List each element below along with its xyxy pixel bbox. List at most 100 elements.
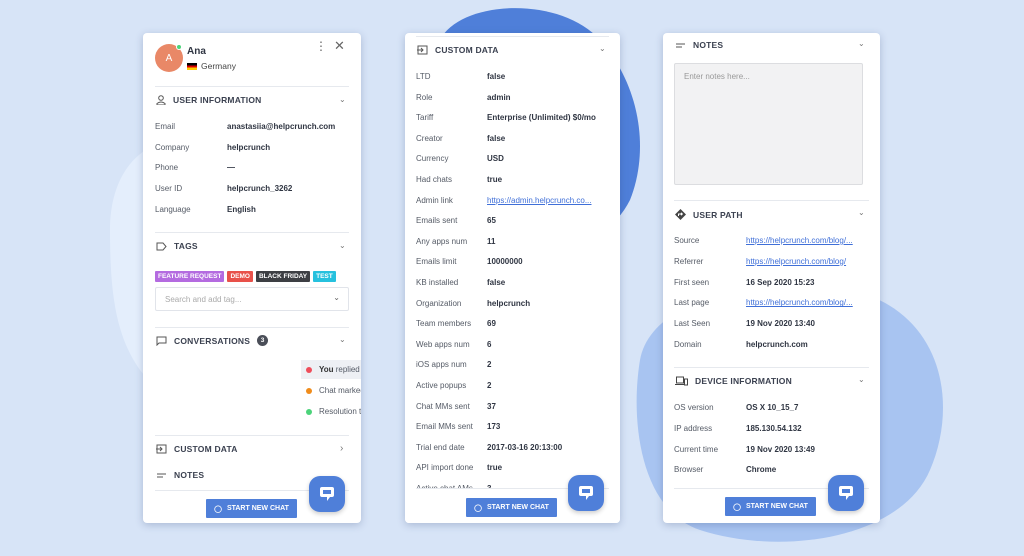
chevron-right-icon[interactable]: › — [340, 443, 343, 454]
field-value: admin — [487, 92, 511, 102]
chevron-down-icon: ⌄ — [333, 293, 340, 302]
field-value: false — [487, 72, 506, 81]
chat-widget-button[interactable] — [309, 476, 345, 512]
chat-icon: ◯ — [474, 504, 482, 512]
field-label: Browser — [674, 465, 704, 475]
field-value: helpcrunch — [487, 298, 531, 308]
field-label: iOS apps num — [416, 360, 467, 370]
chat-bubble-icon — [320, 487, 334, 501]
chevron-down-icon[interactable]: ⌄ — [858, 375, 865, 384]
notes-textarea[interactable]: Enter notes here... — [674, 63, 863, 185]
field-link[interactable]: https://helpcrunch.com/blog/... — [746, 236, 853, 245]
field-value: 16 Sep 2020 15:23 — [746, 277, 815, 287]
conversation-item[interactable]: You replied and auto-assi...1m — [301, 360, 361, 379]
status-dot-icon — [306, 366, 312, 373]
chat-widget-button[interactable] — [828, 475, 864, 511]
section-title: USER PATH — [693, 209, 743, 220]
field-label: Had chats — [416, 175, 453, 184]
section-title: NOTES — [693, 40, 724, 50]
section-notes[interactable]: NOTES — [156, 470, 204, 480]
conversation-preview: Resolution time: 8d 18h 5... — [319, 407, 361, 416]
section-conversations[interactable]: CONVERSATIONS 3 — [156, 335, 269, 346]
chevron-down-icon[interactable]: ⌄ — [599, 44, 606, 53]
section-device-information[interactable]: DEVICE INFORMATION — [675, 376, 792, 386]
close-icon[interactable]: ✕ — [334, 38, 345, 54]
section-custom-data[interactable]: CUSTOM DATA — [156, 444, 238, 454]
import-icon — [156, 444, 167, 454]
start-new-chat-button[interactable]: ◯ START NEW CHAT — [725, 497, 816, 516]
field-label: Active popups — [416, 381, 467, 390]
field-label: Source — [674, 236, 700, 245]
section-notes[interactable]: NOTES — [675, 40, 723, 50]
user-country: Germany — [201, 61, 236, 71]
chat-icon: ◯ — [733, 503, 741, 511]
germany-flag-icon — [187, 62, 197, 70]
section-custom-data[interactable]: CUSTOM DATA — [417, 45, 499, 55]
field-value: helpcrunch.com — [746, 340, 808, 349]
field-value: USD — [487, 154, 504, 164]
field-link[interactable]: https://helpcrunch.com/blog/ — [746, 257, 846, 266]
chevron-down-icon[interactable]: ⌄ — [339, 241, 346, 250]
field-label: Emails limit — [416, 257, 457, 267]
field-label: User ID — [155, 184, 183, 194]
section-title: NOTES — [174, 470, 205, 480]
conversation-preview: You replied and auto-assi... — [319, 365, 361, 374]
tag-chip[interactable]: TEST — [313, 271, 336, 282]
conversation-item[interactable]: Resolution time: 8d 18h 5...2mo — [301, 402, 361, 421]
tag-chip[interactable]: FEATURE REQUEST — [155, 271, 225, 282]
chat-bubble-icon — [839, 486, 853, 500]
devices-icon — [675, 376, 688, 386]
chevron-down-icon[interactable]: ⌄ — [339, 95, 346, 104]
conversation-item[interactable]: Chat marked On-hold by ...23d — [301, 381, 361, 400]
more-options-icon[interactable]: ⋮ — [315, 39, 327, 53]
field-value: OS X 10_15_7 — [746, 403, 799, 412]
field-label: Language — [155, 204, 191, 214]
field-value: 69 — [487, 319, 496, 329]
tag-chip[interactable]: BLACK FRIDAY — [255, 271, 311, 282]
field-label: Company — [155, 142, 190, 152]
start-new-chat-button[interactable]: ◯ START NEW CHAT — [206, 499, 297, 518]
section-tags[interactable]: TAGS — [156, 241, 198, 251]
field-link[interactable]: https://helpcrunch.com/blog/... — [746, 298, 853, 307]
user-name: Ana — [187, 46, 206, 57]
tag-list: FEATURE REQUEST DEMO BLACK FRIDAY TEST — [155, 265, 339, 283]
field-label: Role — [416, 92, 433, 102]
tag-icon — [156, 242, 167, 250]
section-title: CUSTOM DATA — [174, 444, 238, 454]
start-new-chat-button[interactable]: ◯ START NEW CHAT — [466, 498, 557, 517]
field-value: 173 — [487, 422, 501, 432]
chat-widget-button[interactable] — [568, 475, 604, 511]
field-label: Organization — [416, 298, 462, 308]
field-value: 6 — [487, 339, 492, 349]
field-label: Emails sent — [416, 216, 458, 226]
section-title: TAGS — [174, 241, 198, 251]
field-value: 19 Nov 2020 13:40 — [746, 319, 815, 329]
status-dot-icon — [306, 408, 312, 415]
custom-data-panel: CUSTOM DATA ⌄ LTD false Role admin Tariff Ent… — [405, 33, 620, 523]
field-label: Any apps num — [416, 236, 468, 246]
user-icon — [156, 95, 166, 105]
field-value: 11 — [487, 236, 496, 246]
chevron-down-icon[interactable]: ⌄ — [339, 335, 346, 344]
field-label: Last Seen — [674, 319, 711, 329]
chat-icon: ◯ — [214, 505, 222, 513]
field-label: API import done — [416, 463, 474, 473]
section-title: DEVICE INFORMATION — [695, 376, 792, 386]
tag-chip[interactable]: DEMO — [227, 271, 253, 282]
field-label: Domain — [674, 340, 702, 349]
notes-path-device-panel: NOTES ⌄ Enter notes here... USER PATH ⌄ … — [663, 33, 880, 523]
field-value: English — [227, 204, 256, 214]
chevron-down-icon[interactable]: ⌄ — [858, 208, 865, 217]
section-user-information[interactable]: USER INFORMATION — [156, 95, 262, 105]
field-value: 2017-03-16 20:13:00 — [487, 442, 563, 452]
field-value: true — [487, 463, 503, 473]
section-user-path[interactable]: USER PATH — [675, 209, 743, 220]
field-link[interactable]: https://admin.helpcrunch.co... — [487, 196, 592, 205]
tag-search-input[interactable]: Search and add tag... ⌄ — [155, 287, 349, 311]
field-value: helpcrunch — [227, 142, 271, 152]
field-value: false — [487, 278, 506, 287]
field-label: Last page — [674, 298, 710, 308]
user-profile-panel: A Ana Germany ⋮ ✕ USER INFORMATION ⌄ Ema… — [143, 33, 361, 523]
conversation-preview: Chat marked On-hold by ... — [319, 386, 361, 395]
chevron-down-icon[interactable]: ⌄ — [858, 39, 865, 48]
